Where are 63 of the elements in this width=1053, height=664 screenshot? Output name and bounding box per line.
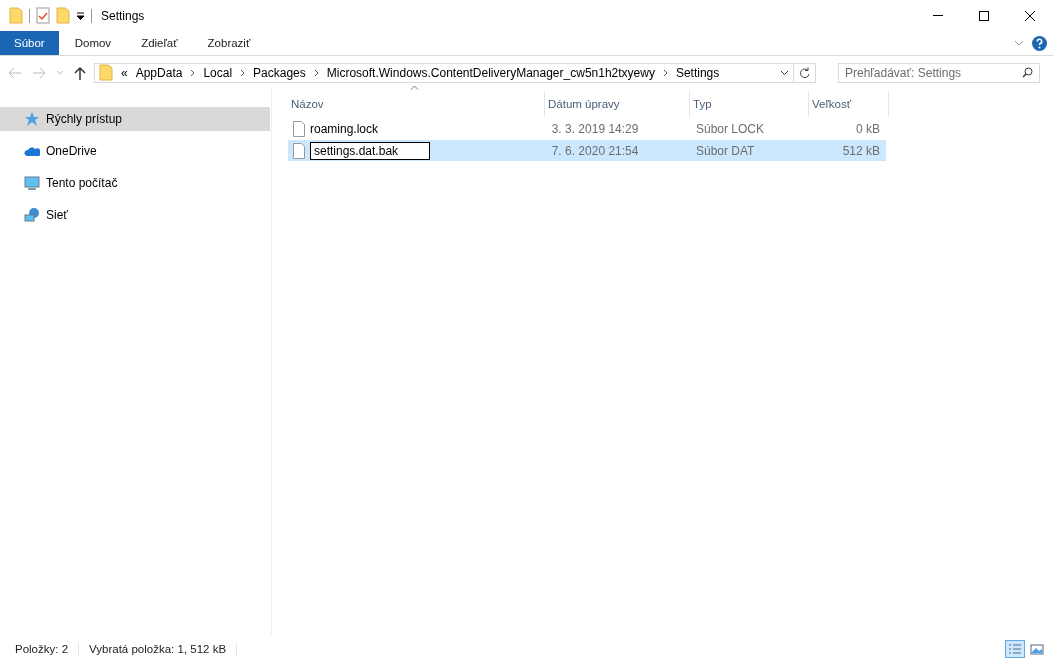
folder-icon	[9, 7, 23, 24]
chevron-right-icon	[190, 68, 196, 77]
column-header[interactable]: Veľkosť	[809, 91, 889, 117]
item-count: Položky: 2	[15, 643, 80, 655]
sidebar-item[interactable]: Sieť	[0, 203, 270, 227]
cloud-icon	[24, 145, 40, 157]
close-icon	[1025, 10, 1035, 21]
properties-icon[interactable]	[36, 7, 50, 24]
overflow-chevron[interactable]: «	[121, 65, 128, 80]
up-arrow-icon[interactable]	[74, 65, 86, 80]
column-header[interactable]: Typ	[690, 91, 809, 117]
tiles-view-icon	[1029, 642, 1045, 656]
ribbon-tab[interactable]: Súbor	[0, 31, 59, 55]
help-icon[interactable]	[1032, 35, 1047, 51]
sidebar-item[interactable]: OneDrive	[0, 139, 270, 163]
details-view-button[interactable]	[1005, 640, 1025, 658]
chevron-down-icon[interactable]	[780, 69, 789, 76]
chevron-right-icon	[313, 68, 319, 77]
minimize-icon	[933, 15, 943, 16]
refresh-icon	[799, 66, 810, 79]
maximize-icon	[979, 10, 989, 21]
details-view-icon	[1007, 642, 1023, 656]
chevron-right-icon	[662, 68, 668, 77]
selection-info: Vybratá položka: 1, 512 kB	[89, 643, 238, 655]
breadcrumb[interactable]: Microsoft.Windows.ContentDeliveryManager_cw5n1h2txyewy	[326, 65, 655, 80]
breadcrumb[interactable]: Packages	[253, 65, 306, 80]
refresh-button[interactable]	[794, 62, 816, 83]
date-cell-text: 3. 3. 2019 14:29	[550, 121, 640, 136]
back-arrow-icon[interactable]	[8, 66, 22, 79]
ribbon-tab[interactable]: Zobraziť	[193, 31, 265, 55]
folder-icon	[99, 64, 113, 81]
size-cell-text: 0 kB	[855, 121, 881, 136]
breadcrumb[interactable]: Local	[203, 65, 233, 80]
type-cell-text: Súbor DAT	[694, 143, 756, 158]
dropdown-icon[interactable]	[76, 11, 85, 20]
file-icon	[293, 142, 305, 159]
computer-icon	[24, 175, 40, 191]
rename-field[interactable]: settings.dat.bak	[310, 141, 430, 160]
breadcrumb[interactable]: Settings	[675, 65, 720, 80]
size-cell-text: 512 kB	[841, 143, 881, 158]
ribbon-tab[interactable]: Zdieľať	[127, 31, 192, 55]
file-name: roaming.lock	[310, 121, 379, 136]
search-field[interactable]: Prehľadávať: Settings	[838, 62, 1040, 83]
type-cell-text: Súbor LOCK	[694, 121, 765, 136]
address-bar[interactable]: « AppData Local Packages Microsoft.Windows.ContentDeliveryManager_cw5n1h2txyewy Settings	[94, 62, 794, 83]
breadcrumb[interactable]: AppData	[135, 65, 183, 80]
chevron-right-icon	[240, 68, 246, 77]
column-header[interactable]: Dátum úpravy	[545, 91, 690, 117]
search-icon	[1022, 67, 1033, 78]
sidebar-item[interactable]: Rýchly prístup	[0, 107, 270, 131]
forward-arrow-icon[interactable]	[32, 66, 46, 79]
column-header[interactable]: Názov	[288, 91, 545, 117]
ribbon-tab[interactable]: Domov	[60, 31, 126, 55]
file-row[interactable]: settings.dat.bak 7. 6. 2020 21:54 Súbor DAT 512 kB	[288, 140, 886, 161]
sidebar-item[interactable]: Tento počítač	[0, 171, 270, 195]
file-icon	[293, 120, 305, 137]
date-cell-text: 7. 6. 2020 21:54	[550, 143, 640, 158]
new-folder-icon	[56, 7, 70, 24]
file-row[interactable]: roaming.lock 3. 3. 2019 14:29 Súbor LOCK 0 kB	[288, 118, 886, 139]
window-title: Settings	[101, 8, 145, 23]
network-icon	[24, 207, 40, 223]
star-icon	[24, 111, 40, 127]
sort-caret-icon	[410, 85, 419, 90]
